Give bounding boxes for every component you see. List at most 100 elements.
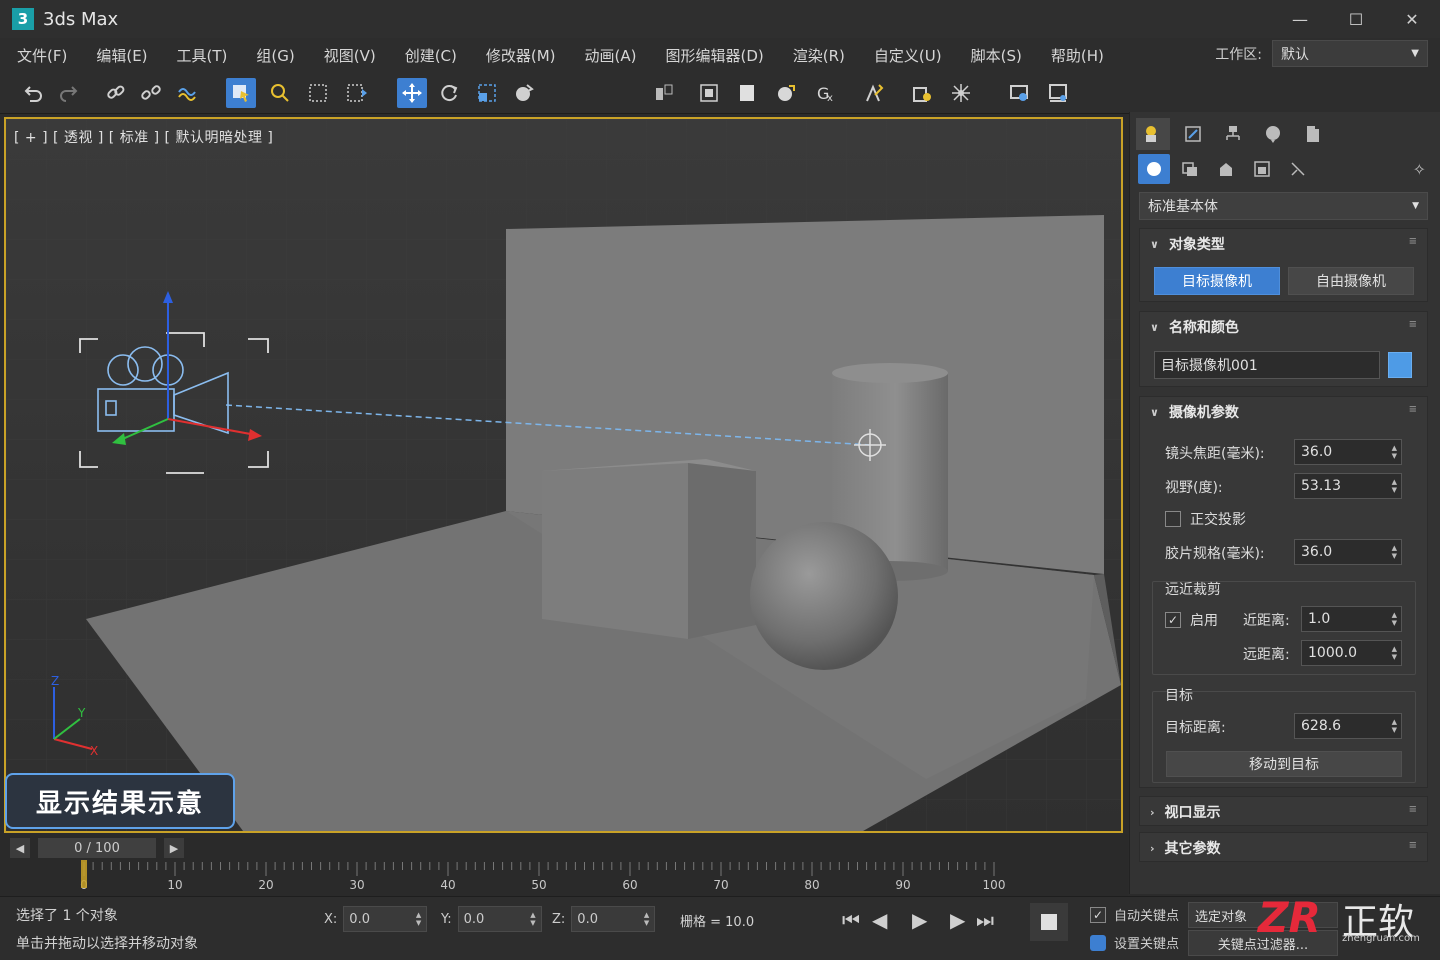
object-color-swatch[interactable] xyxy=(1388,352,1412,378)
angle-snap-icon[interactable] xyxy=(771,78,801,108)
unlink-icon[interactable] xyxy=(136,78,166,108)
rendered-frame-icon[interactable] xyxy=(1043,78,1073,108)
spinner-icon[interactable]: ▲ ▼ xyxy=(1392,645,1397,661)
menu-rendering[interactable]: 渲染(R) xyxy=(776,45,857,66)
render-setup-icon[interactable] xyxy=(1004,78,1034,108)
menu-customize[interactable]: 自定义(U) xyxy=(857,45,954,66)
spinner-icon[interactable]: ▲ ▼ xyxy=(1392,611,1397,627)
target-camera-button[interactable]: 目标摄像机 xyxy=(1154,267,1280,295)
helpers-subtab-icon[interactable] xyxy=(1282,154,1314,184)
free-camera-button[interactable]: 自由摄像机 xyxy=(1288,267,1414,295)
other-params-rollout[interactable]: › 其它参数 ≡ xyxy=(1139,832,1428,862)
near-clip-spinner[interactable]: 1.0 ▲ ▼ xyxy=(1301,606,1402,632)
name-color-header[interactable]: ∨ 名称和颜色 ≡ xyxy=(1140,312,1427,342)
fov-spinner[interactable]: 53.13 ▲ ▼ xyxy=(1294,473,1402,499)
move-to-target-button[interactable]: 移动到目标 xyxy=(1166,751,1402,777)
time-slider[interactable]: ◀ 0 / 100 ▶ xyxy=(10,837,184,859)
object-type-header[interactable]: ∨ 对象类型 ≡ xyxy=(1140,229,1427,259)
move-icon[interactable] xyxy=(397,78,427,108)
object-name-input[interactable]: 目标摄像机001 xyxy=(1154,351,1380,379)
coord-z-input[interactable]: 0.0 ▲ ▼ xyxy=(571,906,656,932)
spinner-icon[interactable]: ▲ ▼ xyxy=(1392,444,1397,460)
viewport-display-rollout[interactable]: › 视口显示 ≡ xyxy=(1139,796,1428,826)
play-icon[interactable]: ▶ xyxy=(912,908,927,932)
cameras-subtab-icon[interactable] xyxy=(1246,154,1278,184)
menu-file[interactable]: 文件(F) xyxy=(0,45,79,66)
undo-icon[interactable] xyxy=(18,78,48,108)
coord-x-input[interactable]: 0.0 ▲ ▼ xyxy=(343,906,428,932)
spinner-icon[interactable]: ▲ ▼ xyxy=(1392,544,1397,560)
workspace-select[interactable]: 默认 ▼ xyxy=(1272,40,1428,67)
lights-subtab-icon[interactable] xyxy=(1210,154,1242,184)
select-manipulate-icon[interactable] xyxy=(694,78,724,108)
utilities-tab-icon[interactable] xyxy=(1296,118,1330,150)
far-clip-spinner[interactable]: 1000.0 ▲ ▼ xyxy=(1301,640,1402,666)
set-key-row[interactable]: 设置关键点 xyxy=(1090,933,1179,952)
link-icon[interactable] xyxy=(101,78,131,108)
menu-scripting[interactable]: 脚本(S) xyxy=(954,45,1034,66)
percent-snap-icon[interactable]: Gx xyxy=(810,78,840,108)
menu-tools[interactable]: 工具(T) xyxy=(160,45,240,66)
spinner-icon[interactable]: ▲ ▼ xyxy=(1392,478,1397,494)
modify-tab-icon[interactable] xyxy=(1176,118,1210,150)
shapes-subtab-icon[interactable] xyxy=(1174,154,1206,184)
menu-edit[interactable]: 编辑(E) xyxy=(79,45,159,66)
bind-spacewarp-icon[interactable] xyxy=(172,78,202,108)
target-distance-spinner[interactable]: 628.6 ▲ ▼ xyxy=(1294,713,1402,739)
select-object-icon[interactable] xyxy=(226,78,256,108)
timeline-ruler[interactable]: 0102030405060708090100 xyxy=(80,860,1040,894)
menu-views[interactable]: 视图(V) xyxy=(307,45,388,66)
menu-create[interactable]: 创建(C) xyxy=(388,45,469,66)
maximize-button[interactable]: ☐ xyxy=(1328,0,1384,38)
perspective-viewport[interactable]: Z Y X [ + ] [ 透视 ] [ 标准 ] [ 默认明暗处理 ] xyxy=(4,117,1123,833)
auto-key-checkbox[interactable]: ✓ xyxy=(1090,906,1106,923)
pin-icon[interactable]: ✧ xyxy=(1413,160,1426,179)
hierarchy-tab-icon[interactable] xyxy=(1216,118,1250,150)
menu-animation[interactable]: 动画(A) xyxy=(568,45,649,66)
edit-named-selection-icon[interactable] xyxy=(859,78,889,108)
scene-explorer-icon[interactable] xyxy=(907,78,937,108)
menu-group[interactable]: 组(G) xyxy=(239,45,306,66)
viewport-display-header[interactable]: › 视口显示 ≡ xyxy=(1140,797,1427,827)
stop-button[interactable] xyxy=(1030,903,1068,941)
create-tab-icon[interactable] xyxy=(1136,118,1170,150)
other-params-header[interactable]: › 其它参数 ≡ xyxy=(1140,833,1427,863)
minimize-button[interactable]: — xyxy=(1272,0,1328,38)
coord-y-input[interactable]: 0.0 ▲ ▼ xyxy=(457,906,542,932)
time-slider-track[interactable]: 0 / 100 xyxy=(38,838,156,858)
spinner-icon[interactable]: ▲ ▼ xyxy=(1392,718,1397,734)
camera-params-header[interactable]: ∨ 摄像机参数 ≡ xyxy=(1140,397,1427,427)
geometry-subtab-icon[interactable] xyxy=(1138,154,1170,184)
ortho-checkbox[interactable] xyxy=(1165,511,1181,527)
window-crossing-icon[interactable] xyxy=(342,78,372,108)
scale-icon[interactable] xyxy=(472,78,502,108)
pivot-center-icon[interactable] xyxy=(649,78,679,108)
place-icon[interactable] xyxy=(509,78,539,108)
clip-enable-checkbox[interactable]: ✓ xyxy=(1165,612,1181,628)
motion-tab-icon[interactable] xyxy=(1256,118,1290,150)
goto-start-icon[interactable]: ⏮ xyxy=(842,908,860,932)
goto-end-icon[interactable]: ⏭ xyxy=(976,908,994,932)
prev-frame-arrow-icon[interactable]: ◀ xyxy=(10,838,30,858)
next-frame-arrow-icon[interactable]: ▶ xyxy=(164,838,184,858)
auto-key-row[interactable]: ✓ 自动关键点 xyxy=(1090,905,1179,924)
schematic-icon[interactable] xyxy=(946,78,976,108)
menu-help[interactable]: 帮助(H) xyxy=(1034,45,1116,66)
rotate-icon[interactable] xyxy=(434,78,464,108)
ortho-row[interactable]: 正交投影 xyxy=(1165,509,1246,529)
rect-region-icon[interactable] xyxy=(303,78,333,108)
redo-icon[interactable] xyxy=(54,78,84,108)
current-frame-marker[interactable] xyxy=(81,860,87,888)
clip-enable-row[interactable]: ✓ 启用 xyxy=(1165,610,1218,630)
viewport-label[interactable]: [ + ] [ 透视 ] [ 标准 ] [ 默认明暗处理 ] xyxy=(14,127,273,147)
snaps-icon[interactable] xyxy=(732,78,762,108)
close-button[interactable]: ✕ xyxy=(1384,0,1440,38)
next-frame-icon[interactable]: ▶ xyxy=(950,908,965,932)
film-spinner[interactable]: 36.0 ▲ ▼ xyxy=(1294,539,1402,565)
select-by-name-icon[interactable] xyxy=(265,78,295,108)
menu-modifiers[interactable]: 修改器(M) xyxy=(469,45,568,66)
menu-graph-editors[interactable]: 图形编辑器(D) xyxy=(649,45,776,66)
lens-spinner[interactable]: 36.0 ▲ ▼ xyxy=(1294,439,1402,465)
prev-frame-icon[interactable]: ◀ xyxy=(872,908,887,932)
category-select[interactable]: 标准基本体 ▼ xyxy=(1139,192,1428,220)
